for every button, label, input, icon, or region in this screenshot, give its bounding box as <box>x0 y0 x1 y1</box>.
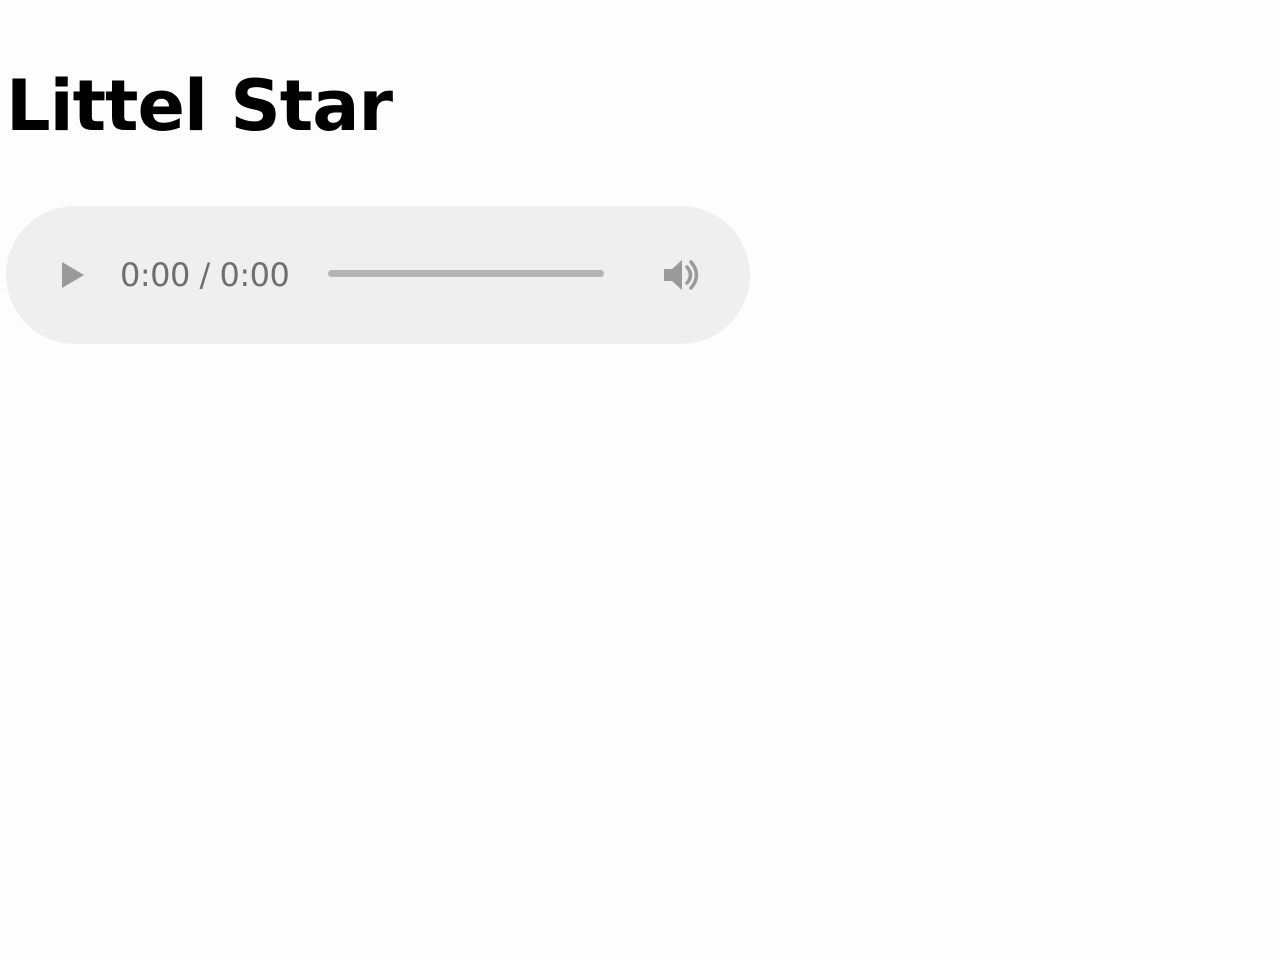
play-button[interactable] <box>54 256 90 294</box>
volume-icon <box>664 260 699 290</box>
current-time: 0:00 <box>120 256 190 294</box>
page-title: Littel Star <box>6 65 393 147</box>
seek-track <box>328 270 604 277</box>
seek-bar[interactable] <box>326 258 606 288</box>
volume-button[interactable] <box>658 254 706 296</box>
time-display: 0:00 / 0:00 <box>120 254 290 296</box>
play-icon <box>62 262 84 288</box>
duration: 0:00 <box>219 256 290 294</box>
page: Littel Star 0:00 / 0:00 <box>0 0 1280 960</box>
audio-player: 0:00 / 0:00 <box>6 206 750 344</box>
time-separator: / <box>189 256 220 294</box>
